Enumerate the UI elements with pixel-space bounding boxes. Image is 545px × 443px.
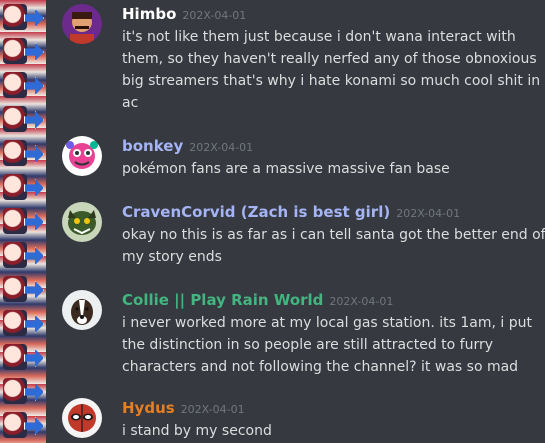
chat-message: Collie || Play Rain World 202X-04-01 i ne… xyxy=(62,290,537,380)
username[interactable]: Collie || Play Rain World xyxy=(122,291,323,309)
message-line: my story ends xyxy=(122,249,222,265)
arrow-right-icon xyxy=(24,9,44,27)
anime-face-icon xyxy=(3,412,27,438)
arrow-right-icon xyxy=(24,111,44,129)
strip-tile xyxy=(0,102,46,136)
timestamp: 202X-04-01 xyxy=(396,207,461,220)
message-line: ac xyxy=(122,95,139,111)
timestamp: 202X-04-01 xyxy=(182,9,247,22)
chat-message: CravenCorvid (Zach is best girl) 202X-04-… xyxy=(62,202,545,272)
anime-face-icon xyxy=(3,276,27,302)
message-content: i never worked more at my local gas stat… xyxy=(122,312,537,378)
anime-face-icon xyxy=(3,174,27,200)
avatar[interactable] xyxy=(62,4,102,44)
timestamp: 202X-04-01 xyxy=(189,141,254,154)
anime-face-icon xyxy=(3,38,27,64)
chat-message: bonkey 202X-04-01 pokémon fans are a mass… xyxy=(62,136,537,186)
strip-tile xyxy=(0,272,46,306)
strip-tile xyxy=(0,408,46,442)
strip-tile xyxy=(0,136,46,170)
arrow-right-icon xyxy=(24,383,44,401)
message-line: big streamers that's why i hate konami s… xyxy=(122,73,541,89)
message-content: pokémon fans are a massive massive fan b… xyxy=(122,158,537,180)
message-header: CravenCorvid (Zach is best girl) 202X-04-… xyxy=(122,202,460,224)
message-header: Collie || Play Rain World 202X-04-01 xyxy=(122,290,393,312)
message-line: pokémon fans are a massive massive fan b… xyxy=(122,161,450,177)
arrow-right-icon xyxy=(24,417,44,435)
anime-face-icon xyxy=(3,106,27,132)
message-header: Hydus 202X-04-01 xyxy=(122,398,245,420)
message-line: characters and not following the channel… xyxy=(122,359,519,375)
anime-face-icon xyxy=(3,140,27,166)
anime-face-icon xyxy=(3,378,27,404)
message-header: bonkey 202X-04-01 xyxy=(122,136,253,158)
message-line: i never worked more at my local gas stat… xyxy=(122,315,532,331)
strip-tile xyxy=(0,0,46,34)
chat-message: Himbo 202X-04-01 it's not like them just … xyxy=(62,4,541,114)
anime-face-icon xyxy=(3,4,27,30)
message-line: it's not like them just because i don't … xyxy=(122,29,516,45)
arrow-right-icon xyxy=(24,43,44,61)
timestamp: 202X-04-01 xyxy=(180,403,245,416)
message-header: Himbo 202X-04-01 xyxy=(122,4,246,26)
sidebar-decoration-strip xyxy=(0,0,46,443)
username[interactable]: Hydus xyxy=(122,399,175,417)
strip-tile xyxy=(0,204,46,238)
anime-face-icon xyxy=(3,242,27,268)
anime-face-icon xyxy=(3,344,27,370)
arrow-right-icon xyxy=(24,179,44,197)
arrow-right-icon xyxy=(24,349,44,367)
strip-tile xyxy=(0,340,46,374)
avatar[interactable] xyxy=(62,202,102,242)
chat-message: Hydus 202X-04-01 i stand by my second xyxy=(62,398,537,443)
strip-tile xyxy=(0,170,46,204)
strip-tile xyxy=(0,68,46,102)
username[interactable]: bonkey xyxy=(122,137,183,155)
message-line: them, so they haven't really nerfed any … xyxy=(122,51,537,67)
message-line: the distinction in so people are still a… xyxy=(122,337,494,353)
arrow-right-icon xyxy=(24,213,44,231)
arrow-right-icon xyxy=(24,77,44,95)
message-line: i stand by my second xyxy=(122,423,272,439)
avatar[interactable] xyxy=(62,290,102,330)
username[interactable]: CravenCorvid (Zach is best girl) xyxy=(122,203,390,221)
avatar[interactable] xyxy=(62,136,102,176)
message-content: okay no this is as far as i can tell san… xyxy=(122,224,545,268)
anime-face-icon xyxy=(3,310,27,336)
arrow-right-icon xyxy=(24,315,44,333)
username[interactable]: Himbo xyxy=(122,5,176,23)
strip-tile xyxy=(0,374,46,408)
anime-face-icon xyxy=(3,208,27,234)
anime-face-icon xyxy=(3,72,27,98)
timestamp: 202X-04-01 xyxy=(329,295,394,308)
arrow-right-icon xyxy=(24,145,44,163)
message-content: i stand by my second xyxy=(122,420,537,442)
avatar[interactable] xyxy=(62,398,102,438)
strip-tile xyxy=(0,238,46,272)
arrow-right-icon xyxy=(24,281,44,299)
message-content: it's not like them just because i don't … xyxy=(122,26,541,114)
message-line: okay no this is as far as i can tell san… xyxy=(122,227,545,243)
strip-tile xyxy=(0,34,46,68)
strip-tile xyxy=(0,306,46,340)
arrow-right-icon xyxy=(24,247,44,265)
